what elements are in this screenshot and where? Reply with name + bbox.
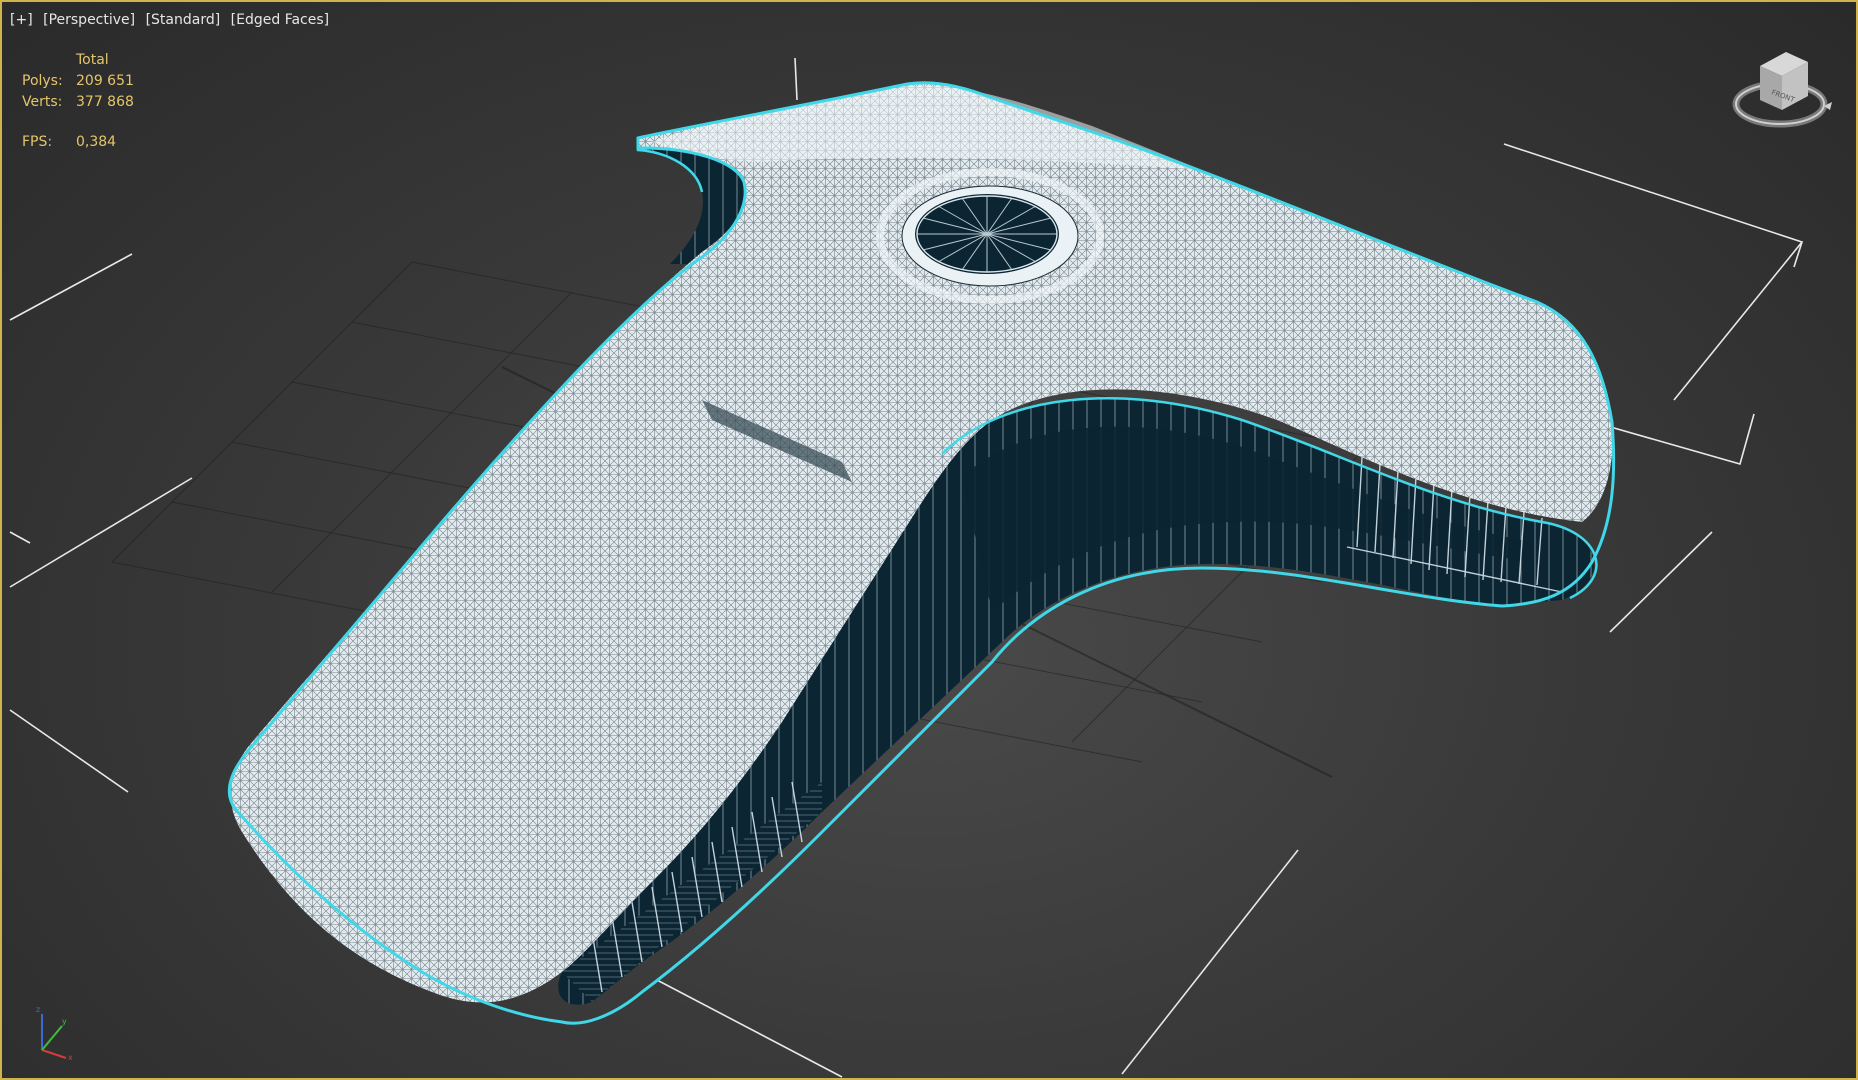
mesh-object[interactable]: [227, 81, 1616, 1025]
statistics-overlay: Total Polys: 209 651 Verts: 377 868 FPS: 0,…: [22, 50, 134, 153]
viewport-display-mode-menu[interactable]: [Edged Faces]: [231, 12, 329, 28]
verts-label: Verts:: [22, 94, 63, 110]
scene-canvas[interactable]: [2, 2, 1858, 1080]
viewport-shading-quality-menu[interactable]: [Standard]: [146, 12, 221, 28]
viewport-point-of-view-menu[interactable]: [Perspective]: [43, 12, 135, 28]
svg-text:x: x: [68, 1053, 73, 1062]
svg-text:z: z: [36, 1005, 40, 1014]
circular-vent: [876, 168, 1104, 304]
perspective-viewport[interactable]: [+] [Perspective] [Standard] [Edged Face…: [0, 0, 1858, 1080]
polys-value: 209 651: [76, 73, 134, 89]
stats-total-header: Total: [76, 52, 109, 68]
axis-tripod-icon: z x y: [36, 1005, 73, 1062]
viewport-label: [+] [Perspective] [Standard] [Edged Face…: [10, 12, 335, 28]
polys-label: Polys:: [22, 73, 63, 89]
svg-text:y: y: [62, 1017, 67, 1026]
fps-value: 0,384: [76, 134, 117, 150]
fps-label: FPS:: [22, 134, 53, 150]
viewport-plus-menu[interactable]: [+]: [10, 12, 33, 28]
verts-value: 377 868: [76, 94, 134, 110]
viewcube-icon[interactable]: FRONT: [1730, 44, 1840, 134]
